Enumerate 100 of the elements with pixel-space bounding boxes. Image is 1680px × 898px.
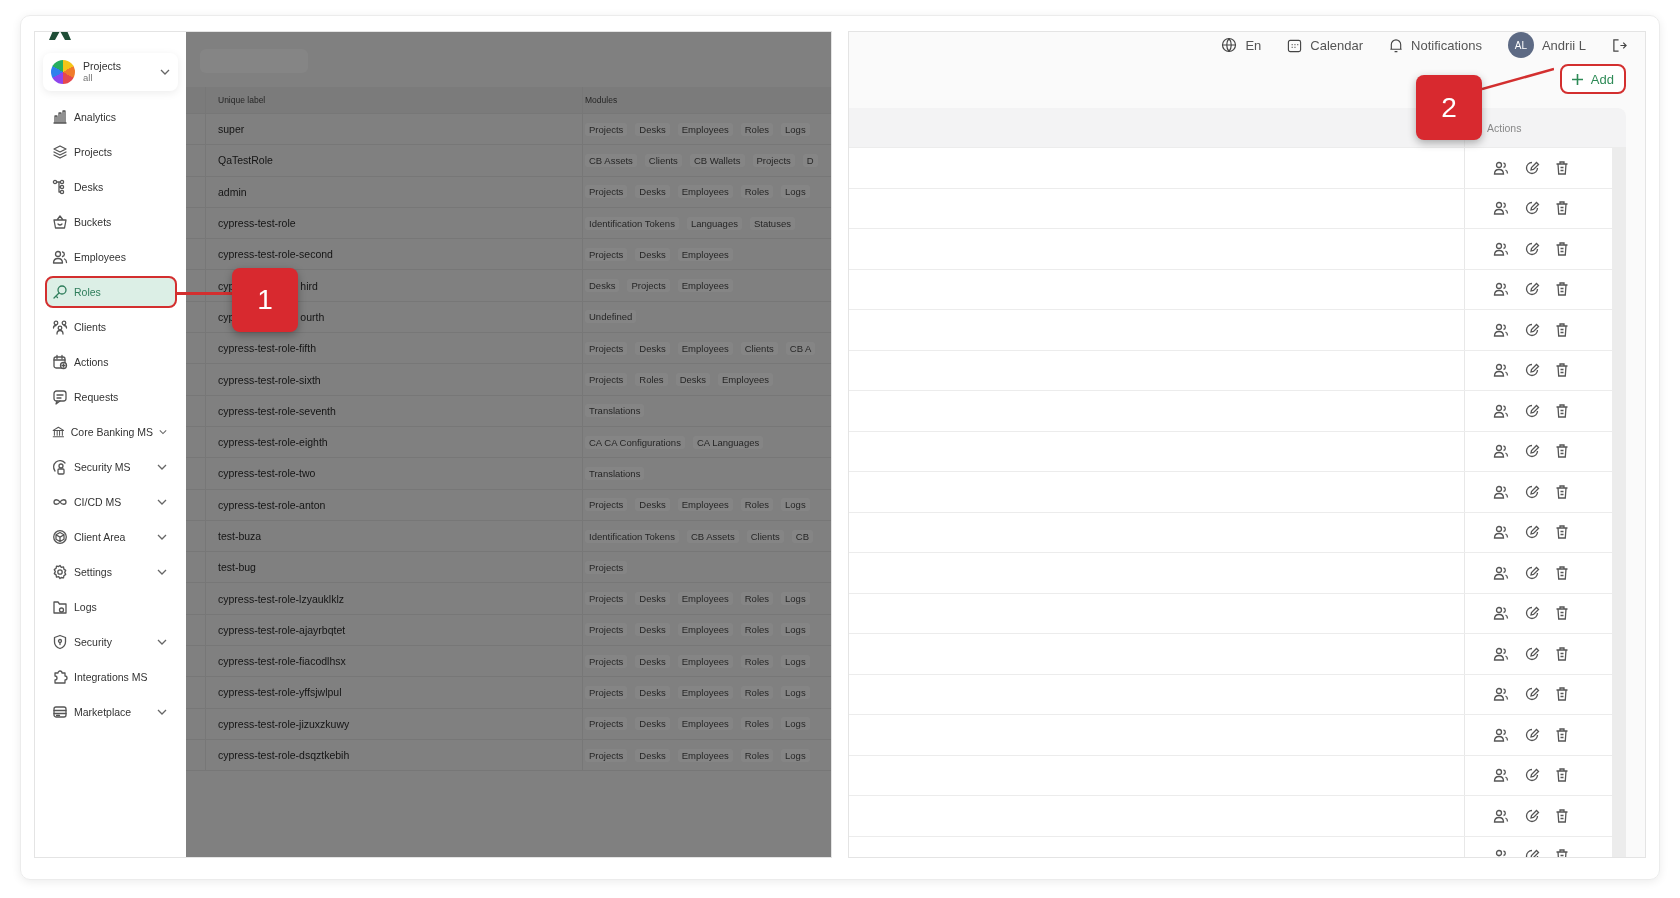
module-tag: Employees	[718, 373, 774, 386]
sidebar-item[interactable]: Analytics	[45, 101, 177, 133]
edit-icon[interactable]	[1524, 443, 1540, 460]
bell-icon	[1389, 37, 1404, 53]
module-tag: Clients	[740, 341, 778, 355]
sidebar-item[interactable]: Projects	[45, 136, 177, 168]
add-button[interactable]: Add	[1559, 64, 1626, 94]
users-icon[interactable]	[1493, 321, 1509, 338]
trash-icon[interactable]	[1555, 281, 1569, 298]
module-tag: Logs	[781, 654, 810, 668]
edit-icon[interactable]	[1524, 645, 1540, 662]
module-tag: Logs	[781, 748, 810, 762]
edit-icon[interactable]	[1524, 200, 1540, 217]
users-icon[interactable]	[1493, 159, 1509, 176]
module-tag: CA Languages	[692, 435, 764, 449]
notifications-link[interactable]: Notifications	[1411, 37, 1482, 53]
trash-icon[interactable]	[1555, 767, 1569, 784]
module-tag: Roles	[740, 654, 774, 668]
trash-icon[interactable]	[1555, 402, 1569, 419]
edit-icon[interactable]	[1524, 281, 1540, 298]
sidebar-item[interactable]: Desks	[45, 171, 177, 203]
users-icon[interactable]	[1493, 605, 1509, 622]
sidebar-item[interactable]: Integrations MS	[45, 661, 177, 693]
module-tag: Projects	[752, 153, 795, 167]
trash-icon[interactable]	[1555, 524, 1569, 541]
edit-icon[interactable]	[1524, 807, 1540, 824]
project-selector[interactable]: Projects all	[43, 53, 178, 91]
role-label: ourth	[300, 310, 325, 323]
module-tag: Desks	[635, 185, 670, 199]
sidebar-item[interactable]: Client Area	[45, 521, 177, 553]
edit-icon[interactable]	[1524, 483, 1540, 500]
trash-icon[interactable]	[1555, 240, 1569, 257]
sidebar-item[interactable]: Settings	[45, 556, 177, 588]
trash-icon[interactable]	[1555, 564, 1569, 581]
sidebar-item[interactable]: Buckets	[45, 206, 177, 238]
module-tag: Roles	[740, 748, 774, 762]
users-icon[interactable]	[1493, 443, 1509, 460]
users-icon[interactable]	[1493, 564, 1509, 581]
sidebar-item[interactable]: Clients	[45, 311, 177, 343]
edit-icon[interactable]	[1524, 524, 1540, 541]
scrollbar[interactable]	[1612, 147, 1626, 857]
sidebar-item[interactable]: CI/CD MS	[45, 486, 177, 518]
sidebar-item[interactable]: Roles	[45, 276, 177, 308]
trash-icon[interactable]	[1555, 443, 1569, 460]
trash-icon[interactable]	[1555, 159, 1569, 176]
sidebar-item[interactable]: Marketplace	[45, 696, 177, 728]
trash-icon[interactable]	[1555, 686, 1569, 703]
chevron-icon	[157, 464, 167, 470]
module-tag: Logs	[781, 185, 810, 199]
sidebar-item[interactable]: Security MS	[45, 451, 177, 483]
role-label: cypress-test-role-lzyauklklz	[218, 592, 345, 605]
users-icon[interactable]	[1493, 524, 1509, 541]
module-tag: Employees	[677, 717, 733, 731]
edit-icon[interactable]	[1524, 321, 1540, 338]
trash-icon[interactable]	[1555, 483, 1569, 500]
users-icon[interactable]	[1493, 402, 1509, 419]
calendar-link[interactable]: Calendar	[1310, 37, 1364, 53]
edit-icon[interactable]	[1524, 402, 1540, 419]
trash-icon[interactable]	[1555, 321, 1569, 338]
column-header: Modules	[585, 95, 618, 105]
sidebar-item[interactable]: Actions	[45, 346, 177, 378]
language-label[interactable]: En	[1245, 37, 1262, 53]
users-icon[interactable]	[1493, 726, 1509, 743]
module-tag: Employees	[677, 623, 733, 637]
users-icon[interactable]	[1493, 645, 1509, 662]
wallet-icon	[52, 704, 68, 720]
edit-icon[interactable]	[1524, 686, 1540, 703]
users-icon[interactable]	[1493, 281, 1509, 298]
module-tag: Roles	[740, 592, 774, 606]
sidebar-item[interactable]: Requests	[45, 381, 177, 413]
trash-icon[interactable]	[1555, 605, 1569, 622]
trash-icon[interactable]	[1555, 200, 1569, 217]
plus-icon	[1571, 73, 1583, 85]
role-label: cypress-test-role-ajayrbqtet	[218, 623, 346, 636]
trash-icon[interactable]	[1555, 726, 1569, 743]
sidebar-item[interactable]: Logs	[45, 591, 177, 623]
users-icon[interactable]	[1493, 686, 1509, 703]
sidebar-item[interactable]: Core Banking MS	[45, 416, 177, 448]
user-avatar[interactable]: AL	[1507, 32, 1534, 58]
edit-icon[interactable]	[1524, 726, 1540, 743]
edit-icon[interactable]	[1524, 362, 1540, 379]
users-icon[interactable]	[1493, 240, 1509, 257]
edit-icon[interactable]	[1524, 767, 1540, 784]
trash-icon[interactable]	[1555, 645, 1569, 662]
trash-icon[interactable]	[1555, 807, 1569, 824]
trash-icon[interactable]	[1555, 362, 1569, 379]
users-icon[interactable]	[1493, 483, 1509, 500]
users-icon[interactable]	[1493, 200, 1509, 217]
edit-icon[interactable]	[1524, 605, 1540, 622]
users-icon[interactable]	[1493, 362, 1509, 379]
sidebar-item[interactable]: Security	[45, 626, 177, 658]
sidebar-item[interactable]: Employees	[45, 241, 177, 273]
user-name[interactable]: Andrii L	[1541, 37, 1586, 53]
edit-icon[interactable]	[1524, 159, 1540, 176]
role-label: cypress-test-role-dsqztkebih	[218, 749, 350, 762]
logout-icon[interactable]	[1612, 37, 1627, 53]
edit-icon[interactable]	[1524, 564, 1540, 581]
users-icon[interactable]	[1493, 767, 1509, 784]
edit-icon[interactable]	[1524, 240, 1540, 257]
users-icon[interactable]	[1493, 807, 1509, 824]
